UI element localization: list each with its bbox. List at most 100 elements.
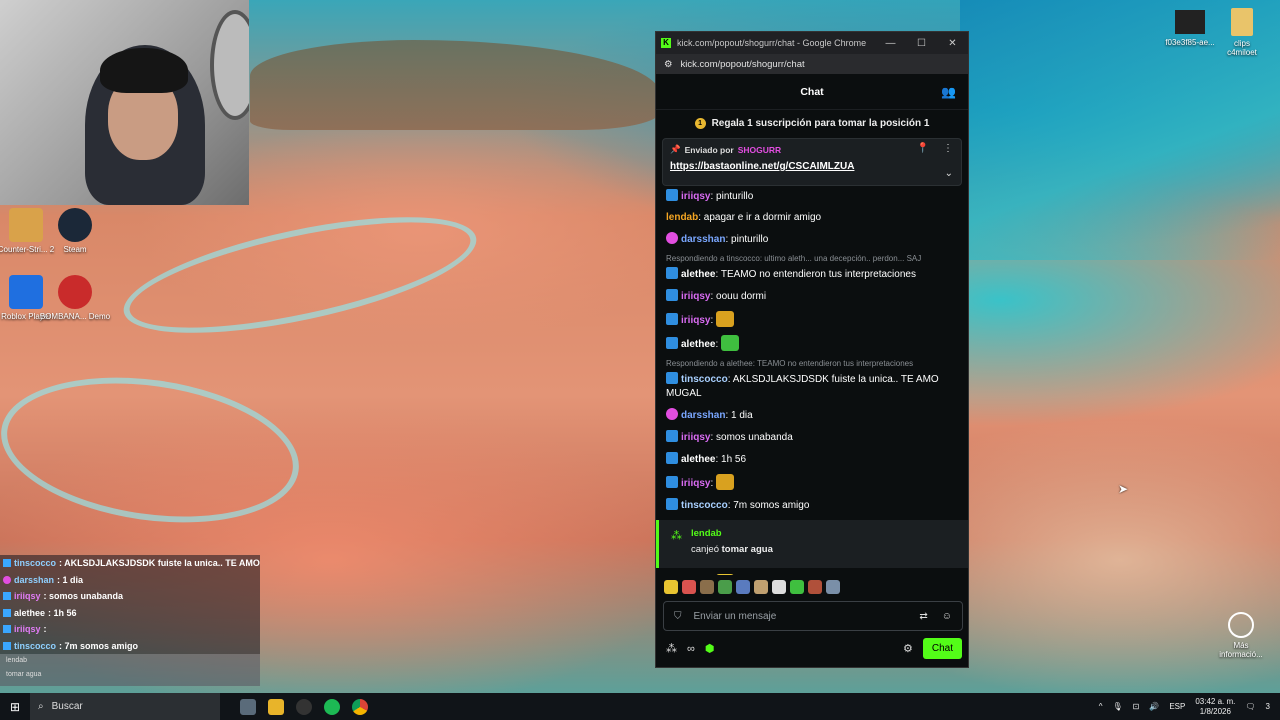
chat-username[interactable]: tinscocco bbox=[681, 374, 728, 385]
chat-username[interactable]: darsshan bbox=[681, 410, 725, 421]
chat-title: Chat bbox=[800, 85, 824, 98]
gift-count-icon: 1 bbox=[694, 117, 706, 129]
user-badge-icon bbox=[666, 188, 678, 201]
volume-icon[interactable]: 🔊 bbox=[1149, 702, 1159, 711]
emoji-icon[interactable]: ☺ bbox=[942, 611, 952, 622]
search-label: Buscar bbox=[51, 701, 83, 712]
reply-context[interactable]: Respondiendo a alethee: TEAMO no entendi… bbox=[666, 355, 958, 368]
emote-icon[interactable] bbox=[754, 580, 768, 594]
chat-username[interactable]: iriiqsy bbox=[681, 478, 710, 489]
wallpaper-river bbox=[114, 193, 486, 357]
maximize-button[interactable]: ☐ bbox=[906, 38, 937, 49]
overlay-row: darsshan: 1 dia bbox=[0, 571, 260, 588]
unpin-icon[interactable]: 📍 bbox=[917, 143, 929, 154]
more-options-icon[interactable]: ⋮ bbox=[943, 143, 953, 154]
emote-icon[interactable] bbox=[736, 580, 750, 594]
chat-username[interactable]: darsshan bbox=[681, 234, 725, 245]
close-button[interactable]: ✕ bbox=[937, 38, 968, 49]
more-info-label: Más informació... bbox=[1219, 641, 1263, 659]
chat-username[interactable]: iriiqsy bbox=[681, 291, 710, 302]
notification-count: 3 bbox=[1265, 702, 1270, 711]
chat-text: pinturillo bbox=[731, 233, 769, 245]
send-button[interactable]: Chat bbox=[922, 638, 962, 659]
user-badge-icon bbox=[666, 497, 678, 510]
translate-icon[interactable]: ⇄ bbox=[919, 611, 927, 622]
desktop-icon-image-file[interactable]: f03e3f85-ae... bbox=[1160, 10, 1220, 47]
emote-icon bbox=[716, 310, 735, 327]
chat-username[interactable]: alethee bbox=[681, 454, 715, 465]
file-explorer-icon[interactable] bbox=[268, 698, 284, 715]
chat-message: iriiqsy: pinturillo bbox=[666, 185, 958, 207]
emote-icon[interactable] bbox=[790, 580, 804, 594]
message-input[interactable]: ⛉ Enviar un mensaje ⇄ ☺ bbox=[663, 601, 963, 631]
emote-icon[interactable] bbox=[682, 580, 696, 594]
gear-icon[interactable]: ⚙ bbox=[903, 642, 913, 655]
emote-bar bbox=[664, 580, 840, 594]
spotify-icon[interactable] bbox=[324, 698, 340, 715]
gift-banner[interactable]: 1 Regala 1 suscripción para tomar la pos… bbox=[656, 110, 968, 136]
chat-message: alethee: 1h 56 bbox=[666, 448, 958, 470]
search-icon: ⌕ bbox=[38, 701, 44, 712]
user-badge-icon bbox=[666, 451, 678, 464]
chat-username[interactable]: alethee bbox=[681, 269, 715, 280]
chat-message: alethee: bbox=[666, 331, 958, 355]
stream-chat-overlay: tinscocco: AKLSDJLAKSJDSDK fuiste la uni… bbox=[0, 555, 260, 686]
site-settings-icon[interactable]: ⚙ bbox=[664, 59, 673, 70]
chevron-up-icon[interactable]: ^ bbox=[1099, 702, 1103, 711]
windows-start-icon[interactable]: ⊞ bbox=[0, 700, 30, 714]
calculator-app-icon[interactable] bbox=[240, 698, 256, 715]
chat-username[interactable]: lendab bbox=[666, 212, 698, 223]
taskbar-search[interactable]: ⌕ Buscar bbox=[30, 693, 220, 720]
user-badge-icon bbox=[666, 312, 678, 325]
desktop-icon-folder[interactable]: clips c4miloet bbox=[1222, 8, 1262, 57]
chevron-down-icon[interactable]: ⌄ bbox=[945, 168, 953, 179]
image-file-icon bbox=[1175, 10, 1205, 34]
counter-strike-icon bbox=[9, 208, 43, 242]
emote-icon[interactable] bbox=[700, 580, 714, 594]
user-badge-icon bbox=[666, 429, 678, 442]
emote-icon[interactable] bbox=[772, 580, 786, 594]
gift-banner-text: Regala 1 suscripción para tomar la posic… bbox=[711, 117, 930, 129]
mouse-cursor: ➤ bbox=[1118, 482, 1129, 496]
chat-messages: iriiqsy: pinturillo lendab: apagar e ir a… bbox=[656, 185, 968, 575]
emote-icon[interactable] bbox=[826, 580, 840, 594]
microphone-icon[interactable]: 🎙 bbox=[1113, 702, 1123, 711]
language-indicator[interactable]: ESP bbox=[1169, 702, 1185, 711]
emote-icon[interactable] bbox=[664, 580, 678, 594]
webcam-feed bbox=[0, 0, 249, 205]
chat-username[interactable]: iriiqsy bbox=[681, 191, 710, 202]
address-bar[interactable]: ⚙ kick.com/popout/shogurr/chat bbox=[656, 54, 968, 74]
users-icon[interactable]: 👥 bbox=[941, 85, 956, 99]
desktop-icon-bombana[interactable]: BOMBANA... Demo bbox=[39, 275, 111, 322]
system-tray: ^ 🎙 ⊡ 🔊 ESP 03:42 a. m. 1/8/2026 🗨 3 bbox=[1099, 697, 1280, 717]
chat-footer: ⁂ ∞ ⬢ ⚙ Chat bbox=[666, 638, 962, 659]
points-icon: ⁂ bbox=[671, 530, 682, 542]
chrome-icon[interactable] bbox=[352, 698, 368, 715]
overlay-redeem: lendab tomar agua bbox=[0, 654, 260, 686]
minimize-button[interactable]: — bbox=[875, 38, 906, 49]
taskbar: ⊞ ⌕ Buscar ^ 🎙 ⊡ 🔊 ESP 03:42 a. m. 1/8/2… bbox=[0, 693, 1280, 720]
emote-icon[interactable] bbox=[808, 580, 822, 594]
network-icon[interactable]: ⊡ bbox=[1133, 702, 1140, 711]
pinned-by-user[interactable]: SHOGURR bbox=[738, 145, 781, 155]
points-icon[interactable]: ⁂ bbox=[666, 642, 677, 655]
more-info-widget[interactable]: Más informació... bbox=[1215, 612, 1267, 659]
chat-username[interactable]: tinscocco bbox=[681, 500, 728, 511]
pinned-link[interactable]: https://bastaonline.net/g/CSCAIMLZUA bbox=[670, 161, 954, 172]
chat-text: apagar e ir a dormir amigo bbox=[703, 211, 822, 223]
kick-icon[interactable]: ⬢ bbox=[705, 642, 715, 655]
desktop-icon-label: BOMBANA... Demo bbox=[39, 312, 111, 321]
desktop-icon-steam[interactable]: Steam bbox=[39, 208, 111, 255]
steam-icon bbox=[58, 208, 92, 242]
chat-username[interactable]: iriiqsy bbox=[681, 315, 710, 326]
chat-text: 1h 56 bbox=[721, 453, 747, 465]
chat-username[interactable]: iriiqsy bbox=[681, 432, 710, 443]
obs-icon[interactable] bbox=[296, 698, 312, 715]
emote-icon[interactable] bbox=[718, 580, 732, 594]
redemption-card: ⁂ lendab canjeó tomar agua bbox=[656, 520, 968, 568]
clock[interactable]: 03:42 a. m. 1/8/2026 bbox=[1195, 697, 1235, 717]
notifications-icon[interactable]: 🗨 bbox=[1245, 702, 1255, 711]
redeem-user[interactable]: lendab bbox=[691, 528, 968, 539]
reply-context[interactable]: Respondiendo a tinscocco: ultimo aleth..… bbox=[666, 250, 958, 263]
chat-username[interactable]: alethee bbox=[681, 339, 715, 350]
